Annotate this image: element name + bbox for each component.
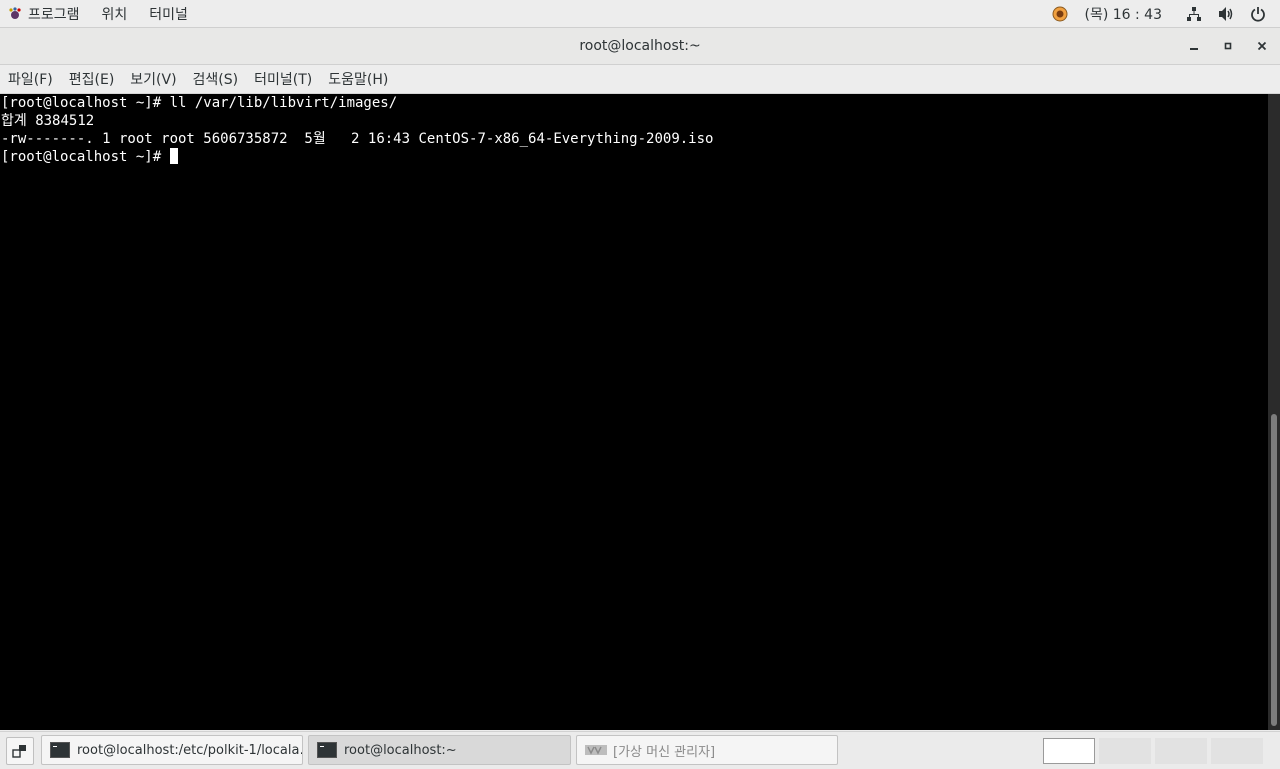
scrollbar-thumb[interactable] (1271, 414, 1277, 726)
close-button[interactable] (1245, 28, 1279, 64)
terminal-icon (317, 742, 337, 758)
menu-edit[interactable]: 편집(E) (61, 69, 123, 89)
menu-file[interactable]: 파일(F) (0, 69, 61, 89)
terminal-scrollbar[interactable] (1268, 94, 1280, 730)
task-terminal-home[interactable]: root@localhost:~ (308, 735, 571, 765)
show-desktop-button[interactable] (6, 737, 34, 765)
gnome-foot-icon (9, 6, 21, 19)
maximize-button[interactable] (1211, 28, 1245, 64)
applications-menu-label: 프로그램 (28, 6, 80, 23)
task-label: [가상 머신 관리자] (613, 744, 716, 760)
places-menu-label: 위치 (101, 6, 128, 23)
show-desktop-icon (12, 745, 26, 758)
clock[interactable]: (목) 16 : 43 (1084, 4, 1162, 24)
network-icon[interactable] (1186, 6, 1202, 22)
task-label: root@localhost:/etc/polkit-1/locala… (77, 742, 303, 758)
power-icon[interactable] (1250, 6, 1266, 22)
task-label: root@localhost:~ (344, 742, 457, 758)
applications-menu[interactable]: 프로그램 (0, 0, 91, 27)
terminal-output[interactable]: [root@localhost ~]# ll /var/lib/libvirt/… (0, 94, 1268, 730)
workspace-2[interactable] (1099, 738, 1151, 764)
volume-icon[interactable] (1218, 6, 1234, 22)
menu-terminal[interactable]: 터미널(T) (246, 69, 320, 89)
window-titlebar[interactable]: root@localhost:~ (0, 28, 1280, 65)
virt-manager-icon (585, 745, 607, 755)
terminal-window: root@localhost:~ 파일(F) 편집(E) 보기(V) 검색(S)… (0, 28, 1280, 730)
terminal-app-menu[interactable]: 터미널 (138, 0, 199, 27)
notification-icon[interactable] (1052, 6, 1068, 22)
workspace-3[interactable] (1155, 738, 1207, 764)
terminal-line: 합계 8384512 (1, 113, 95, 129)
terminal-menubar: 파일(F) 편집(E) 보기(V) 검색(S) 터미널(T) 도움말(H) (0, 65, 1280, 94)
terminal-cursor (169, 148, 178, 164)
minimize-button[interactable] (1177, 28, 1211, 64)
close-icon (1257, 41, 1267, 51)
window-title: root@localhost:~ (579, 38, 701, 54)
terminal-line: -rw-------. 1 root root 5606735872 5월 2 … (1, 131, 714, 147)
terminal-icon (50, 742, 70, 758)
bottom-taskbar: root@localhost:/etc/polkit-1/locala… roo… (0, 731, 1280, 769)
minimize-icon (1190, 48, 1198, 50)
places-menu[interactable]: 위치 (91, 0, 139, 27)
menu-view[interactable]: 보기(V) (122, 69, 184, 89)
top-panel: 프로그램 위치 터미널 (목) 16 : 43 (0, 0, 1280, 28)
workspace-4[interactable] (1211, 738, 1263, 764)
task-virt-manager[interactable]: [가상 머신 관리자] (576, 735, 838, 765)
terminal-line: [root@localhost ~]# ll /var/lib/libvirt/… (1, 95, 398, 111)
terminal-app-menu-label: 터미널 (149, 6, 188, 23)
task-terminal-polkit[interactable]: root@localhost:/etc/polkit-1/locala… (41, 735, 303, 765)
menu-help[interactable]: 도움말(H) (320, 69, 396, 89)
terminal-prompt-line: [root@localhost ~]# (0, 148, 1268, 166)
maximize-icon (1224, 42, 1232, 50)
terminal-prompt: [root@localhost ~]# (1, 149, 170, 165)
menu-search[interactable]: 검색(S) (185, 69, 247, 89)
workspace-1[interactable] (1043, 738, 1095, 764)
